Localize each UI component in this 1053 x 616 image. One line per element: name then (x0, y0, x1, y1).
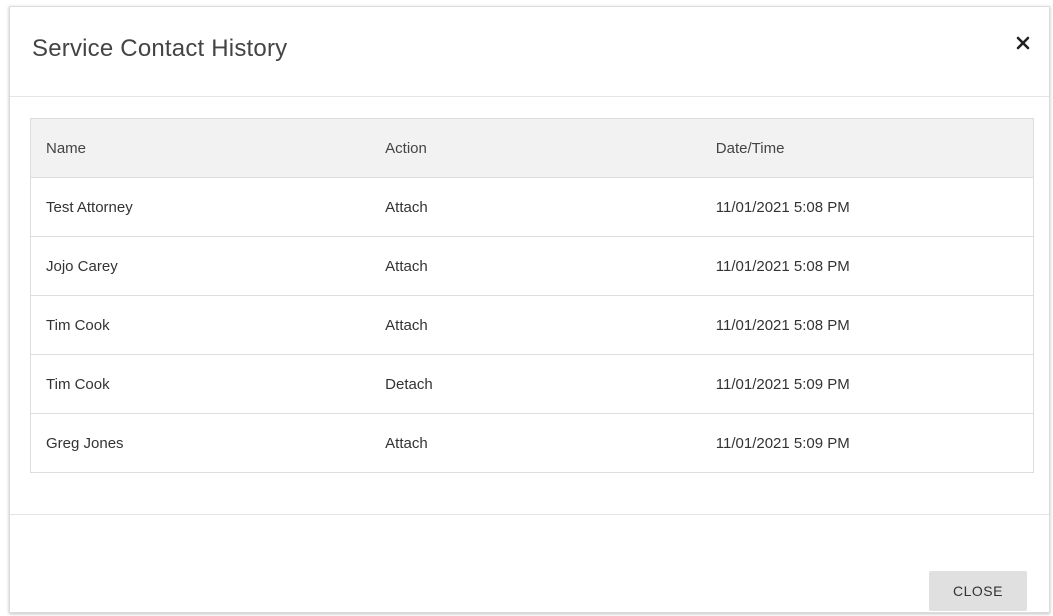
cell-name: Test Attorney (30, 177, 371, 237)
column-header-action: Action (370, 118, 701, 178)
cell-action: Attach (370, 236, 701, 296)
table-row: Tim Cook Attach 11/01/2021 5:08 PM (30, 295, 1034, 355)
dialog-footer: CLOSE (10, 515, 1049, 612)
cell-name: Tim Cook (30, 295, 371, 355)
table-header-row: Name Action Date/Time (30, 118, 1034, 178)
cell-datetime: 11/01/2021 5:09 PM (700, 354, 1034, 414)
cell-name: Tim Cook (30, 354, 371, 414)
cell-action: Attach (370, 413, 701, 473)
table-row: Jojo Carey Attach 11/01/2021 5:08 PM (30, 236, 1034, 296)
cell-datetime: 11/01/2021 5:08 PM (700, 295, 1034, 355)
column-header-datetime: Date/Time (700, 118, 1034, 178)
contact-history-table: Name Action Date/Time Test Attorney Atta… (30, 118, 1034, 473)
cell-action: Detach (370, 354, 701, 414)
cell-datetime: 11/01/2021 5:08 PM (700, 236, 1034, 296)
cell-name: Jojo Carey (30, 236, 371, 296)
service-contact-history-dialog: Service Contact History Name Action Date… (9, 6, 1050, 613)
cell-datetime: 11/01/2021 5:09 PM (700, 413, 1034, 473)
dialog-title: Service Contact History (32, 35, 288, 62)
dialog-body: Name Action Date/Time Test Attorney Atta… (10, 97, 1049, 515)
close-button[interactable]: CLOSE (929, 571, 1027, 611)
close-icon[interactable] (1013, 33, 1033, 53)
column-header-name: Name (30, 118, 371, 178)
table-row: Tim Cook Detach 11/01/2021 5:09 PM (30, 354, 1034, 414)
cell-action: Attach (370, 295, 701, 355)
dialog-header: Service Contact History (10, 7, 1049, 97)
cell-action: Attach (370, 177, 701, 237)
cell-name: Greg Jones (30, 413, 371, 473)
table-row: Test Attorney Attach 11/01/2021 5:08 PM (30, 177, 1034, 237)
cell-datetime: 11/01/2021 5:08 PM (700, 177, 1034, 237)
table-row: Greg Jones Attach 11/01/2021 5:09 PM (30, 413, 1034, 473)
